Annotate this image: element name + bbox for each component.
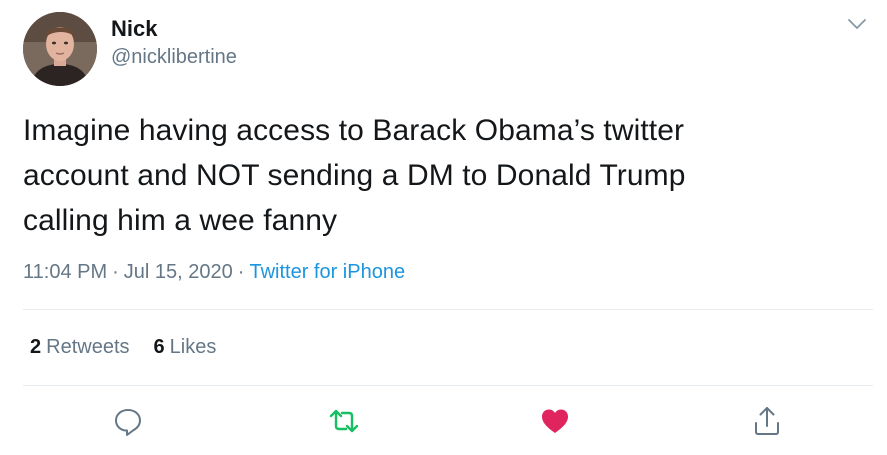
tweet-time[interactable]: 11:04 PM [23, 261, 107, 283]
meta-separator: · [237, 261, 245, 283]
tweet-stats: 2 Retweets 6 Likes [30, 334, 240, 360]
tweet-text-line: account and NOT sending a DM to Donald T… [23, 159, 686, 192]
tweet-text-line: calling him a wee fanny [23, 204, 338, 237]
retweet-button[interactable] [327, 404, 361, 438]
tweet-source-link[interactable]: Twitter for iPhone [249, 261, 405, 283]
reply-icon [115, 409, 141, 436]
share-button[interactable] [750, 404, 784, 438]
divider [23, 309, 873, 310]
user-name[interactable]: Nick [111, 16, 157, 42]
tweet-meta: 11:04 PM · Jul 15, 2020 · Twitter for iPhone [23, 259, 405, 285]
user-handle[interactable]: @nicklibertine [111, 45, 237, 69]
retweets-label: Retweets [46, 336, 130, 358]
heart-icon [542, 409, 568, 433]
tweet-card: Nick @nicklibertine Imagine having acces… [0, 0, 887, 455]
like-button[interactable] [538, 404, 572, 438]
share-icon [755, 407, 779, 435]
avatar[interactable] [23, 12, 97, 86]
meta-separator: · [112, 261, 119, 283]
reply-button[interactable] [111, 404, 145, 438]
likes-label: Likes [169, 336, 217, 358]
avatar-photo [23, 12, 97, 86]
tweet-date[interactable]: Jul 15, 2020 [124, 261, 233, 283]
chevron-down-icon[interactable] [845, 12, 869, 36]
tweet-text: Imagine having access to Barack Obama’s … [23, 108, 863, 243]
likes-count: 6 [153, 336, 165, 358]
likes-stat[interactable]: 6 Likes [154, 334, 217, 360]
retweets-stat[interactable]: 2 Retweets [30, 334, 130, 360]
divider [23, 385, 873, 386]
tweet-text-line: Imagine having access to Barack Obama’s … [23, 114, 685, 147]
retweets-count: 2 [30, 336, 42, 358]
retweet-icon [329, 409, 359, 433]
